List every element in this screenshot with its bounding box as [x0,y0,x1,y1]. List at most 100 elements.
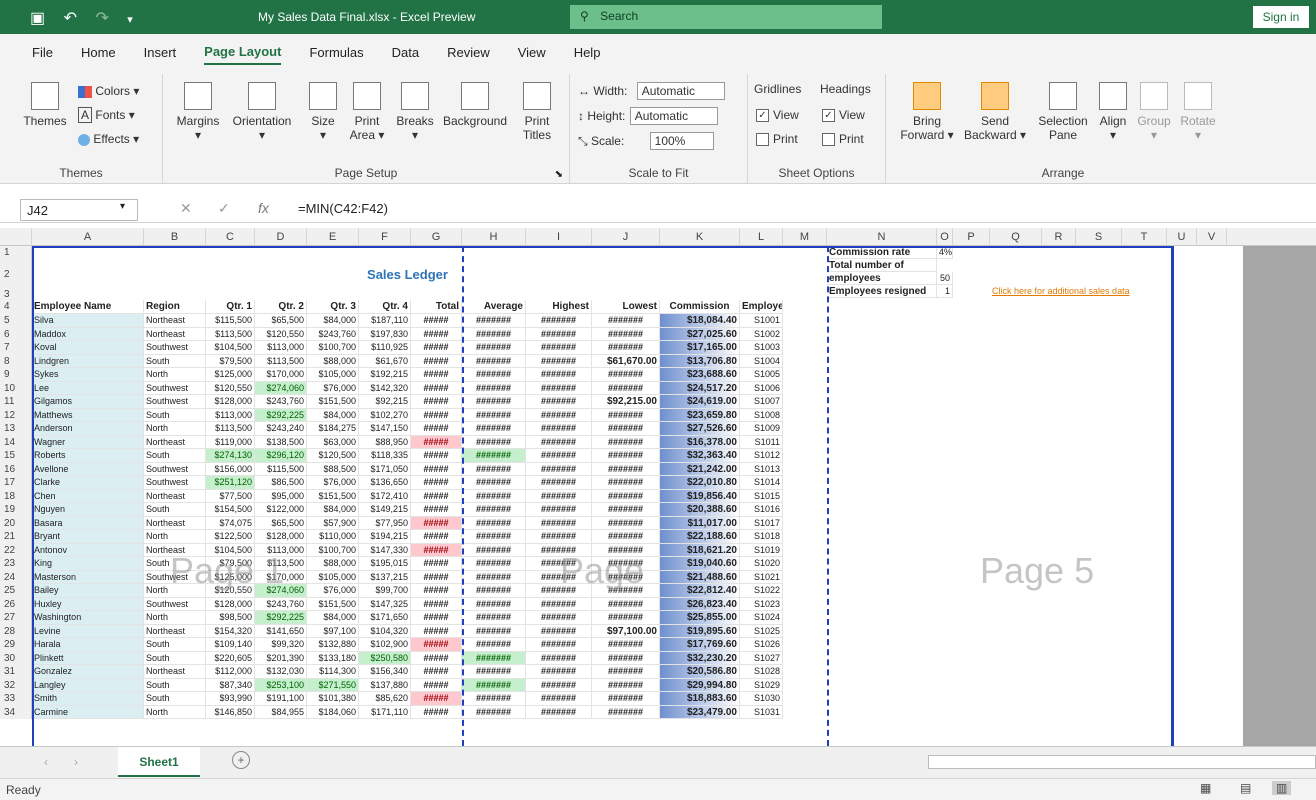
average-cell[interactable]: ####### [462,408,526,422]
highest-cell[interactable]: ####### [526,516,592,530]
employee-id-cell[interactable]: S1029 [740,678,783,692]
effects-button[interactable]: Effects ▾ [78,132,139,146]
column-header-v[interactable]: V [1197,228,1227,246]
sheet-title-cell[interactable]: Sales Ledger [32,260,783,290]
group-button[interactable]: Group ▾ [1134,82,1174,142]
quarter-cell[interactable]: $146,850 [206,705,255,719]
average-cell[interactable]: ####### [462,354,526,368]
quarter-cell[interactable]: $110,000 [307,530,359,544]
lowest-cell[interactable]: ####### [592,435,660,449]
themes-button[interactable]: Themes [20,82,70,128]
total-cell[interactable]: ##### [411,341,462,355]
lowest-cell[interactable]: ####### [592,530,660,544]
page-break-view-icon[interactable]: ▥ [1272,781,1292,795]
undo-icon[interactable]: ↶ [64,10,77,27]
headings-print-checkbox[interactable]: Print [822,132,864,147]
employee-name-cell[interactable]: Plinkett [32,651,144,665]
region-cell[interactable]: Southwest [144,476,206,490]
employee-id-cell[interactable]: S1027 [740,651,783,665]
total-cell[interactable]: ##### [411,476,462,490]
total-cell[interactable]: ##### [411,665,462,679]
quarter-cell[interactable]: $171,110 [359,705,411,719]
quarter-cell[interactable]: $274,060 [255,381,307,395]
employee-id-cell[interactable]: S1028 [740,665,783,679]
align-button[interactable]: Align ▾ [1096,82,1130,142]
employee-id-cell[interactable]: S1008 [740,408,783,422]
column-header-t[interactable]: T [1122,228,1167,246]
quarter-cell[interactable]: $122,000 [255,503,307,517]
row-header[interactable]: 19 [0,503,32,517]
column-header-h[interactable]: H [462,228,526,246]
employee-id-cell[interactable]: S1006 [740,381,783,395]
print-area-button[interactable]: Print Area ▾ [345,82,389,142]
total-cell[interactable]: ##### [411,422,462,436]
employee-name-cell[interactable]: Koval [32,341,144,355]
average-cell[interactable]: ####### [462,692,526,706]
row-header[interactable]: 22 [0,543,32,557]
row-header[interactable]: 23 [0,557,32,571]
average-cell[interactable]: ####### [462,557,526,571]
commission-cell[interactable]: $23,688.60 [660,368,740,382]
employee-name-cell[interactable]: Avellone [32,462,144,476]
average-cell[interactable]: ####### [462,624,526,638]
send-backward-button[interactable]: Send Backward ▾ [962,82,1028,142]
quarter-cell[interactable]: $250,580 [359,651,411,665]
employee-name-cell[interactable]: Bryant [32,530,144,544]
header-cell[interactable]: Qtr. 3 [307,300,359,314]
quarter-cell[interactable]: $99,320 [255,638,307,652]
quarter-cell[interactable]: $132,030 [255,665,307,679]
employee-id-cell[interactable]: S1015 [740,489,783,503]
average-cell[interactable]: ####### [462,638,526,652]
quarter-cell[interactable]: $109,140 [206,638,255,652]
column-header-d[interactable]: D [255,228,307,246]
column-header-f[interactable]: F [359,228,411,246]
quarter-cell[interactable]: $136,650 [359,476,411,490]
quarter-cell[interactable]: $100,700 [307,543,359,557]
quarter-cell[interactable]: $156,000 [206,462,255,476]
region-cell[interactable]: Northeast [144,435,206,449]
quarter-cell[interactable]: $147,330 [359,543,411,557]
quarter-cell[interactable]: $251,120 [206,476,255,490]
commission-cell[interactable]: $24,517.20 [660,381,740,395]
rotate-button[interactable]: Rotate ▾ [1176,82,1220,142]
quarter-cell[interactable]: $151,500 [307,489,359,503]
quarter-cell[interactable]: $98,500 [206,611,255,625]
employee-id-cell[interactable]: S1025 [740,624,783,638]
quarter-cell[interactable]: $156,340 [359,665,411,679]
quarter-cell[interactable]: $128,000 [206,597,255,611]
average-cell[interactable]: ####### [462,489,526,503]
row-header[interactable]: 29 [0,638,32,652]
commission-cell[interactable]: $19,040.60 [660,557,740,571]
header-cell[interactable]: Qtr. 1 [206,300,255,314]
commission-cell[interactable]: $20,388.60 [660,503,740,517]
average-cell[interactable]: ####### [462,341,526,355]
enter-icon[interactable]: ✓ [218,200,230,217]
total-cell[interactable]: ##### [411,449,462,463]
quarter-cell[interactable]: $88,000 [307,354,359,368]
quarter-cell[interactable]: $84,000 [307,503,359,517]
commission-cell[interactable]: $17,769.60 [660,638,740,652]
employee-id-cell[interactable]: S1003 [740,341,783,355]
gridlines-view-checkbox[interactable]: ✓ View [756,108,799,123]
save-icon[interactable]: ▣ [30,10,45,27]
average-cell[interactable]: ####### [462,705,526,719]
quarter-cell[interactable]: $76,000 [307,476,359,490]
page-layout-view-icon[interactable]: ▤ [1240,781,1251,795]
lowest-cell[interactable]: ####### [592,314,660,328]
total-employees-value[interactable]: 50 [937,272,953,285]
row-header[interactable]: 26 [0,597,32,611]
highest-cell[interactable]: ####### [526,624,592,638]
average-cell[interactable]: ####### [462,530,526,544]
commission-cell[interactable]: $24,619.00 [660,395,740,409]
quarter-cell[interactable]: $105,000 [307,368,359,382]
quarter-cell[interactable]: $113,500 [255,354,307,368]
header-cell[interactable]: Qtr. 2 [255,300,307,314]
employee-id-cell[interactable]: S1021 [740,570,783,584]
column-header-i[interactable]: I [526,228,592,246]
tab-page-layout[interactable]: Page Layout [204,44,282,65]
quarter-cell[interactable]: $85,620 [359,692,411,706]
page-break-line[interactable] [827,246,829,746]
employee-id-cell[interactable]: S1004 [740,354,783,368]
region-cell[interactable]: North [144,705,206,719]
quarter-cell[interactable]: $141,650 [255,624,307,638]
